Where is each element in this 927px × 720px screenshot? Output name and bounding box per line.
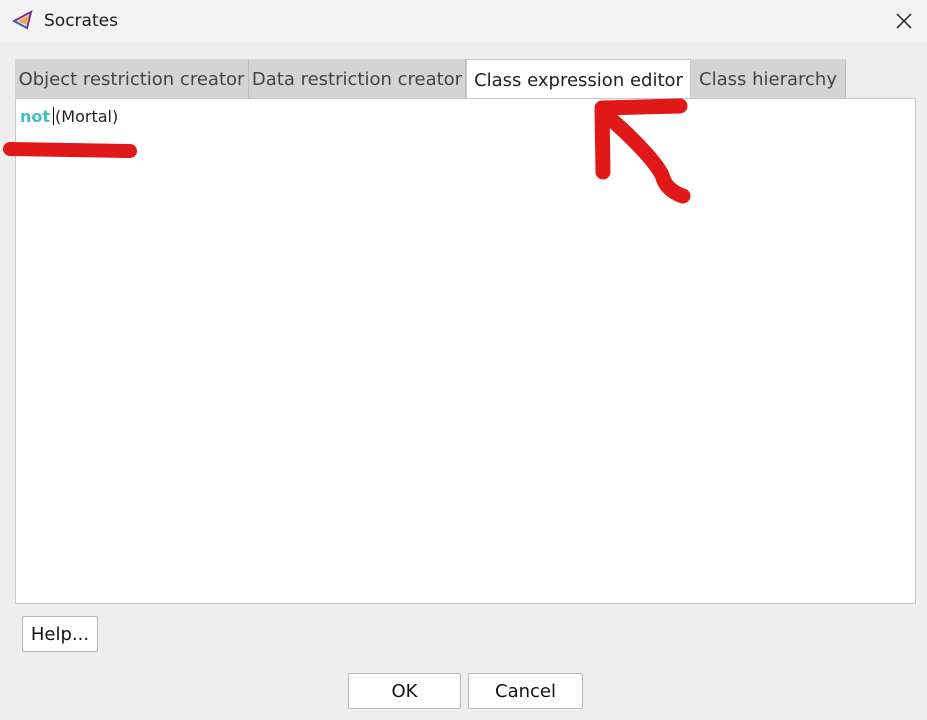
window-title: Socrates [44,11,118,31]
title-bar: Socrates [0,0,927,42]
tab-strip: Object restriction creator Data restrict… [15,59,915,100]
text-caret [53,107,55,125]
tab-data-restriction-creator[interactable]: Data restriction creator [249,59,466,99]
expression-text: (Mortal) [55,107,119,126]
class-expression-editor-panel[interactable]: not (Mortal) [15,98,916,604]
help-button[interactable]: Help... [22,616,98,652]
close-icon [896,13,912,29]
close-button[interactable] [881,0,927,42]
tab-object-restriction-creator[interactable]: Object restriction creator [15,59,249,99]
cancel-button[interactable]: Cancel [468,673,583,709]
keyword-not: not [20,107,51,126]
tab-class-hierarchy[interactable]: Class hierarchy [691,59,846,99]
expression-line[interactable]: not (Mortal) [20,107,118,126]
tab-class-expression-editor[interactable]: Class expression editor [466,59,691,100]
ok-button[interactable]: OK [348,673,461,709]
dialog-window: Socrates Object restriction creator Data… [0,0,927,720]
socrates-logo-icon [11,10,34,30]
